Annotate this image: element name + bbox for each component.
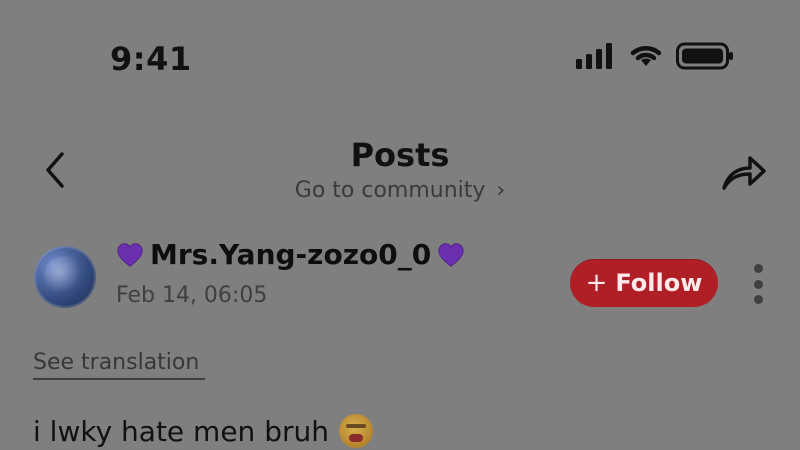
see-translation-link[interactable]: See translation <box>33 350 199 375</box>
go-to-community-label: Go to community <box>294 178 486 203</box>
post-timestamp: Feb 14, 06:05 <box>116 283 268 308</box>
dot-icon <box>753 264 763 273</box>
signal-icon <box>576 43 612 69</box>
plus-icon: + <box>585 268 608 298</box>
post-body: i lwky hate men bruh <box>33 414 373 448</box>
follow-label: Follow <box>615 269 703 297</box>
status-time: 9:41 <box>110 40 192 78</box>
chevron-right-icon: › <box>496 178 506 203</box>
page-title: Posts <box>350 136 450 174</box>
dot-icon <box>753 279 763 289</box>
battery-icon <box>676 42 733 70</box>
post-text: i lwky hate men bruh <box>33 414 329 448</box>
angry-face-icon <box>338 414 373 448</box>
share-button[interactable] <box>720 150 768 198</box>
wifi-icon <box>630 45 662 66</box>
author-name[interactable]: Mrs.Yang-zozo0_0 <box>116 238 465 271</box>
follow-button[interactable]: + Follow <box>570 259 718 307</box>
dot-icon <box>753 295 763 304</box>
avatar[interactable] <box>34 246 96 308</box>
author-name-text: Mrs.Yang-zozo0_0 <box>150 238 432 271</box>
purple-heart-icon <box>438 242 464 267</box>
status-icons <box>576 42 734 70</box>
more-options-button[interactable] <box>752 264 764 304</box>
purple-heart-icon <box>117 242 143 267</box>
see-translation-underline <box>33 378 205 380</box>
share-icon <box>722 156 766 190</box>
go-to-community-link[interactable]: Go to community › <box>0 178 800 203</box>
